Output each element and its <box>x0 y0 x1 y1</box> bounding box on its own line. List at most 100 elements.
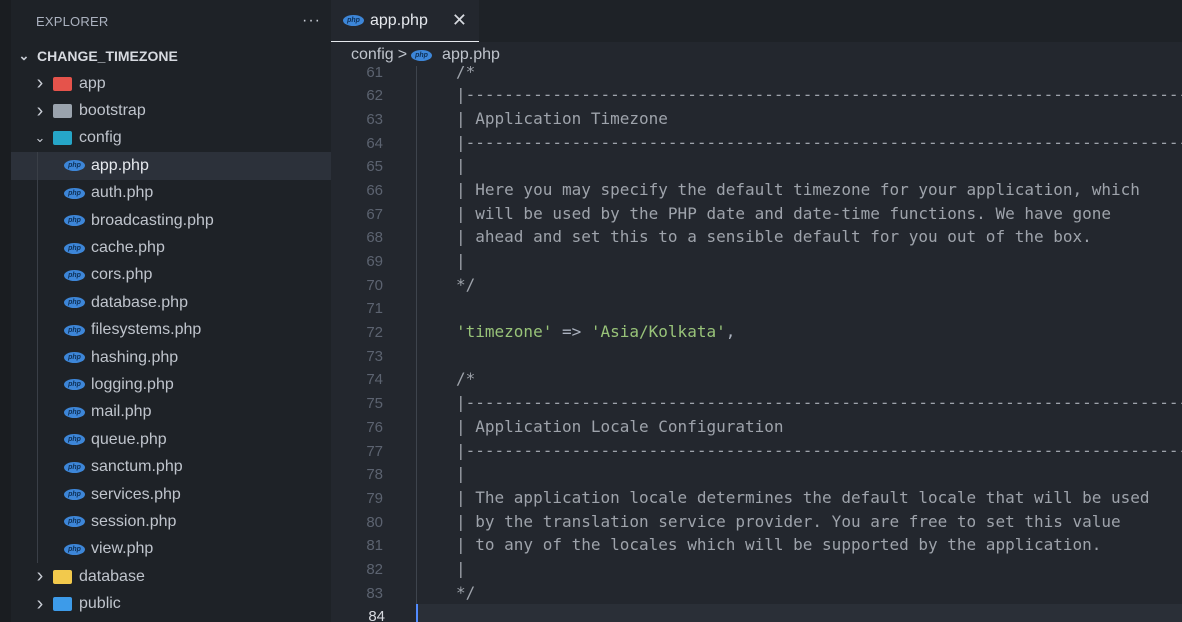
code-line[interactable]: 67| will be used by the PHP date and dat… <box>331 202 1182 226</box>
code-line[interactable]: 75 |-------------------------------------… <box>331 391 1182 415</box>
active-code-line[interactable]: 84 <box>416 604 1182 622</box>
php-file-icon: php <box>64 160 85 171</box>
breadcrumb-folder[interactable]: config <box>351 46 394 64</box>
code-text: */ <box>456 581 475 605</box>
code-line[interactable]: 78| <box>331 462 1182 486</box>
more-actions-icon[interactable]: ··· <box>302 12 321 30</box>
explorer-sidebar: EXPLORER ··· ⌄ CHANGE_TIMEZONE ›app›boot… <box>0 0 331 622</box>
code-line[interactable]: 81| to any of the locales which will be … <box>331 533 1182 557</box>
breadcrumb-file[interactable]: app.php <box>442 46 500 64</box>
file-cors-php[interactable]: phpcors.php <box>11 262 331 289</box>
indent-guide <box>37 289 38 316</box>
item-label: public <box>79 595 121 613</box>
code-line[interactable]: 70*/ <box>331 273 1182 297</box>
code-text: | will be used by the PHP date and date-… <box>456 202 1111 226</box>
chevron-right-icon: › <box>33 565 47 588</box>
file-view-php[interactable]: phpview.php <box>11 536 331 563</box>
indent-guide <box>37 344 38 371</box>
code-line[interactable]: 73 <box>331 344 1182 368</box>
code-line[interactable]: 79 | The application locale determines th… <box>331 486 1182 510</box>
close-icon[interactable]: ✕ <box>452 10 467 31</box>
folder-config[interactable]: ⌄ config <box>11 125 331 152</box>
indent-guide <box>37 508 38 535</box>
file-queue-php[interactable]: phpqueue.php <box>11 426 331 453</box>
code-line[interactable]: 71 <box>331 296 1182 320</box>
code-editor[interactable]: 61/*62|---------------------------------… <box>331 66 1182 622</box>
indent-guide <box>37 180 38 207</box>
code-text: 'timezone' => 'Asia/Kolkata', <box>456 320 735 344</box>
php-file-icon: php <box>64 434 85 445</box>
code-text: | Here you may specify the default timez… <box>456 178 1140 202</box>
file-mail-php[interactable]: phpmail.php <box>11 399 331 426</box>
line-number: 61 <box>331 66 383 84</box>
item-label: database <box>79 568 145 586</box>
folder-database[interactable]: › database <box>11 563 331 590</box>
code-text: | The application locale determines the … <box>456 486 1150 510</box>
file-sanctum-php[interactable]: phpsanctum.php <box>11 453 331 480</box>
folder-icon <box>53 570 72 584</box>
code-line[interactable]: 61/* <box>331 66 1182 83</box>
php-file-icon: php <box>64 243 85 254</box>
item-label: session.php <box>91 513 176 531</box>
line-number: 81 <box>331 534 383 558</box>
code-line[interactable]: 62|-------------------------------------… <box>331 83 1182 107</box>
line-number: 79 <box>331 487 383 511</box>
file-app-php[interactable]: phpapp.php <box>11 152 331 179</box>
code-text: | <box>456 154 466 178</box>
line-number: 68 <box>331 226 383 250</box>
line-number: 72 <box>331 321 383 345</box>
file-database-php[interactable]: phpdatabase.php <box>11 289 331 316</box>
item-label: hashing.php <box>91 349 178 367</box>
folder-app[interactable]: ›app <box>11 70 331 97</box>
code-line[interactable]: 82| <box>331 557 1182 581</box>
folder-public[interactable]: ›public <box>11 590 331 617</box>
folder-bootstrap[interactable]: ›bootstrap <box>11 97 331 124</box>
code-line[interactable]: 63| Application Timezone <box>331 107 1182 131</box>
line-number: 80 <box>331 511 383 535</box>
line-number: 75 <box>331 392 383 416</box>
file-session-php[interactable]: phpsession.php <box>11 508 331 535</box>
project-root[interactable]: ⌄ CHANGE_TIMEZONE <box>11 42 331 70</box>
code-line[interactable]: 68| ahead and set this to a sensible def… <box>331 225 1182 249</box>
code-line[interactable]: 72 'timezone' => 'Asia/Kolkata', <box>331 320 1182 344</box>
folder-icon <box>53 597 72 611</box>
line-number: 77 <box>331 440 383 464</box>
code-line[interactable]: 74/* <box>331 367 1182 391</box>
breadcrumb: config > php app.php <box>351 46 500 64</box>
file-hashing-php[interactable]: phphashing.php <box>11 344 331 371</box>
line-number: 69 <box>331 250 383 274</box>
php-file-icon: php <box>343 15 364 26</box>
file-auth-php[interactable]: phpauth.php <box>11 180 331 207</box>
item-label: config <box>79 129 122 147</box>
tab-app-php[interactable]: php app.php ✕ <box>331 0 479 42</box>
file-broadcasting-php[interactable]: phpbroadcasting.php <box>11 207 331 234</box>
line-number: 76 <box>331 416 383 440</box>
file-logging-php[interactable]: phplogging.php <box>11 371 331 398</box>
line-number: 63 <box>331 108 383 132</box>
php-file-icon: php <box>411 50 432 61</box>
item-label: auth.php <box>91 184 153 202</box>
indent-guide <box>37 481 38 508</box>
code-line[interactable]: 69| <box>331 249 1182 273</box>
code-text: |---------------------------------------… <box>456 391 1182 415</box>
code-line[interactable]: 64|-------------------------------------… <box>331 131 1182 155</box>
chevron-right-icon: › <box>33 100 47 123</box>
code-line[interactable]: 65| <box>331 154 1182 178</box>
code-line[interactable]: 76| Application Locale Configuration <box>331 415 1182 439</box>
php-file-icon: php <box>64 325 85 336</box>
file-cache-php[interactable]: phpcache.php <box>11 234 331 261</box>
code-line[interactable]: 66| Here you may specify the default tim… <box>331 178 1182 202</box>
code-line[interactable]: 77|-------------------------------------… <box>331 439 1182 463</box>
folder-icon <box>53 131 72 145</box>
code-text: */ <box>456 273 475 297</box>
chevron-down-icon: ⌄ <box>33 130 47 146</box>
code-text: /* <box>456 367 475 391</box>
code-line[interactable]: 80| by the translation service provider.… <box>331 510 1182 534</box>
file-filesystems-php[interactable]: php filesystems.php <box>11 317 331 344</box>
php-file-icon: php <box>64 270 85 281</box>
item-label: filesystems.php <box>91 321 201 339</box>
file-services-php[interactable]: phpservices.php <box>11 481 331 508</box>
code-line[interactable]: 83*/ <box>331 581 1182 605</box>
php-file-icon: php <box>64 215 85 226</box>
explorer-header: EXPLORER ··· <box>11 0 331 42</box>
